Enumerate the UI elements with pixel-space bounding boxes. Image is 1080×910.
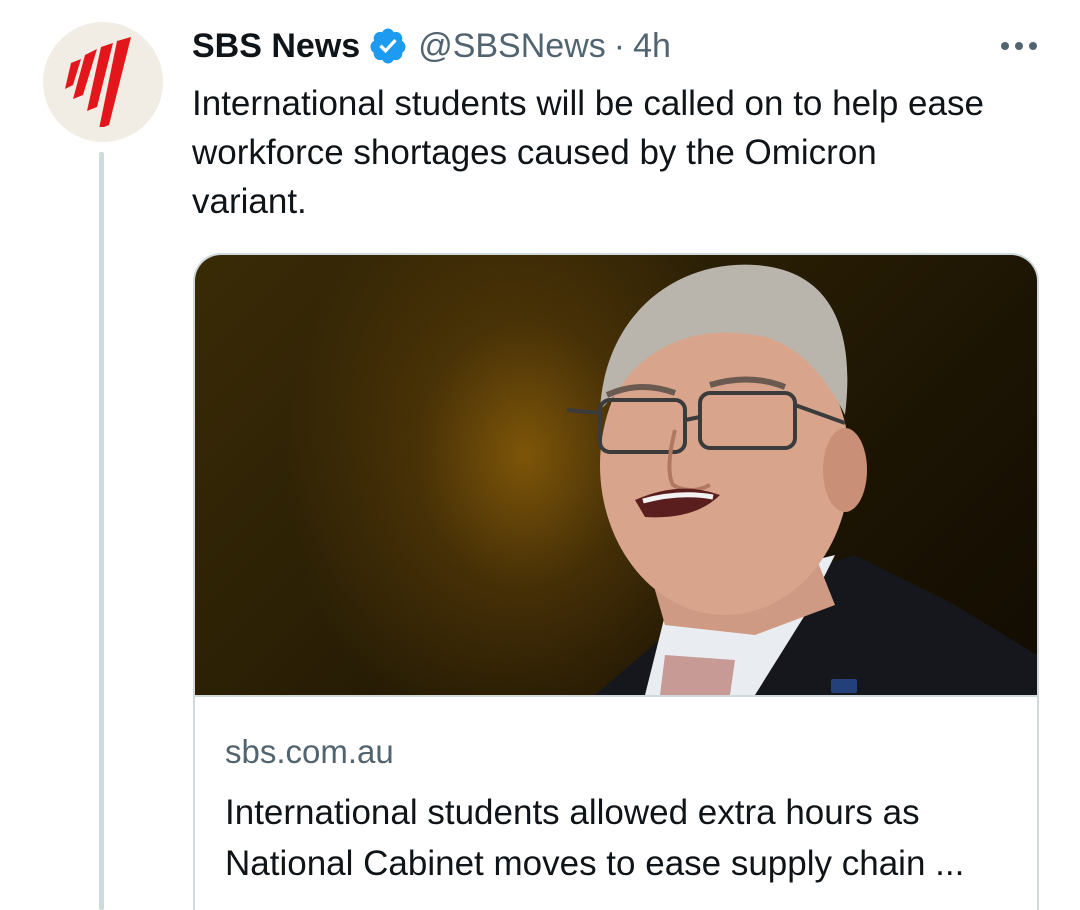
avatar[interactable] (43, 22, 163, 142)
tweet-header: SBS News @SBSNews · 4h (192, 24, 1042, 68)
thread-line (99, 152, 104, 910)
card-image[interactable] (195, 255, 1037, 695)
more-options-button[interactable] (996, 24, 1042, 68)
tweet-text: International students will be called on… (192, 79, 1052, 226)
news-photo (566, 264, 1037, 695)
card-domain: sbs.com.au (225, 733, 394, 770)
sbs-logo-icon (65, 37, 131, 127)
verified-badge-icon (370, 28, 406, 64)
card-divider (195, 695, 1037, 697)
tweet-text-line: workforce shortages caused by the Omicro… (192, 133, 877, 172)
card-title-line: National Cabinet moves to ease supply ch… (225, 844, 965, 883)
tweet-text-line: variant. (192, 182, 307, 221)
display-name[interactable]: SBS News (192, 27, 360, 66)
timestamp[interactable]: 4h (633, 27, 671, 66)
tweet[interactable]: SBS News @SBSNews · 4h International stu… (0, 0, 1080, 910)
tweet-text-line: International students will be called on… (192, 84, 984, 123)
separator-dot: · (613, 26, 626, 65)
link-card[interactable]: sbs.com.au International students allowe… (193, 253, 1039, 910)
card-title-line: International students allowed extra hou… (225, 793, 920, 832)
more-options-icon (1001, 42, 1037, 50)
handle[interactable]: @SBSNews (418, 27, 606, 66)
card-title: International students allowed extra hou… (225, 787, 1015, 889)
